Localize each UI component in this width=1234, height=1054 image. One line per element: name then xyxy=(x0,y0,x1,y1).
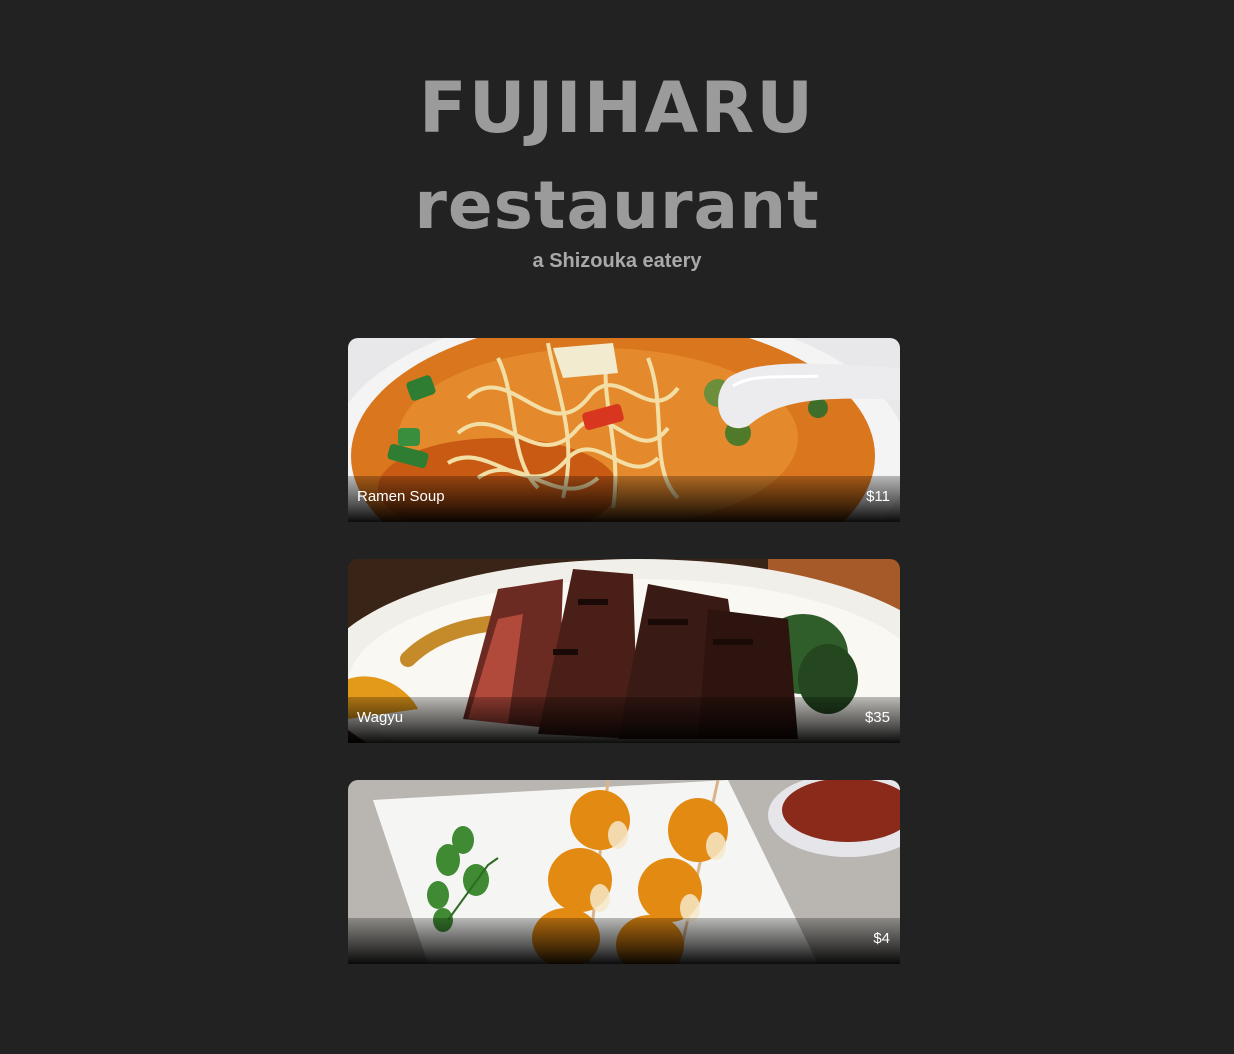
menu-item-name: Ramen Soup xyxy=(357,488,445,505)
menu-card-caption: Wagyu $35 xyxy=(348,697,900,743)
brand-subtitle: restaurant xyxy=(414,167,820,244)
menu-card-caption: Ramen Soup $11 xyxy=(348,476,900,522)
menu-card-caption: $4 xyxy=(348,918,900,964)
brand-title: FUJIHARU xyxy=(418,67,816,149)
menu-item-price: $11 xyxy=(866,488,890,505)
menu-card-wagyu[interactable]: Wagyu $35 xyxy=(348,559,900,743)
menu-card-dango[interactable]: $4 xyxy=(348,780,900,964)
menu-item-price: $35 xyxy=(864,709,890,726)
page: FUJIHARU restaurant a Shizouka eatery Ra… xyxy=(0,0,1234,1054)
menu-item-price: $4 xyxy=(873,930,890,947)
menu-item-name: Wagyu xyxy=(357,709,404,726)
menu-card-ramen[interactable]: Ramen Soup $11 xyxy=(348,338,900,522)
tagline: a Shizouka eatery xyxy=(532,250,702,272)
